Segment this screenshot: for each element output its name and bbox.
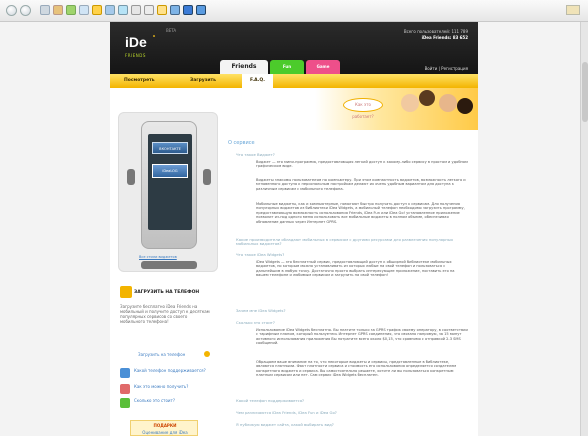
phone-screen: ВКОНТАКТЕ iDeaLOG <box>148 134 192 230</box>
faq-question[interactable]: Зачем мне iDea Widgets? <box>236 308 286 313</box>
stats-friends: iDea Friends: 83 652 <box>421 35 468 40</box>
site-header: BETA iDe a FRIENDS Всего пользователей: 1… <box>110 22 478 74</box>
forward-button[interactable] <box>20 5 31 16</box>
person-image <box>401 94 419 112</box>
quick-link-label: Сколько это стоит? <box>134 398 175 403</box>
faq-answer: iDea Widgets — это бесплатный сервис, пр… <box>256 260 455 278</box>
how-it-works-bubble[interactable]: Как это работает? <box>343 98 383 119</box>
phone-controls[interactable] <box>141 261 197 269</box>
widget-label: ВКОНТАКТЕ <box>159 147 181 151</box>
favorites-icon[interactable] <box>92 5 102 15</box>
edit-icon[interactable] <box>157 5 167 15</box>
bluetooth-icon[interactable] <box>183 5 193 15</box>
gifts-title: ПОДАРКИ <box>153 423 177 428</box>
tab-fun[interactable]: Fun <box>270 60 304 74</box>
quick-link-label: Как это можно получить? <box>134 384 189 389</box>
discuss-icon[interactable] <box>170 5 180 15</box>
print-icon[interactable] <box>144 5 154 15</box>
logo-accent: a <box>153 34 155 38</box>
gifts-subtitle: Оценивание для iDea <box>142 430 188 435</box>
left-margin <box>0 22 110 436</box>
page-menu-icon[interactable] <box>566 5 580 15</box>
phone-preview: ВКОНТАКТЕ iDeaLOG Все cтили виджетов <box>118 112 218 272</box>
tab-friends[interactable]: Friends <box>220 60 268 74</box>
faq-question[interactable]: Какой телефон поддерживается? <box>236 398 304 403</box>
website: BETA iDe a FRIENDS Всего пользователей: 1… <box>110 22 478 436</box>
person-image <box>457 98 473 114</box>
faq-answer: Обращаем ваше внимание на то, что некото… <box>256 360 457 378</box>
history-icon[interactable] <box>118 5 128 15</box>
mail-icon[interactable] <box>131 5 141 15</box>
widget-label: iDeaLOG <box>162 169 178 173</box>
info-icon <box>120 384 130 394</box>
phone-icon <box>120 286 132 298</box>
price-icon <box>120 398 130 408</box>
widget-vkontakte[interactable]: ВКОНТАКТЕ <box>152 142 188 154</box>
media-icon[interactable] <box>105 5 115 15</box>
next-arrow-icon[interactable] <box>203 169 211 185</box>
quick-link-label: Какой телефон поддерживается? <box>134 368 206 373</box>
download-link[interactable]: Загрузить на телефон <box>138 352 185 357</box>
faq-question[interactable]: Я публикую виджет сайта, какой выбирать … <box>236 422 334 427</box>
sub-navigation: Посмотреть Загрузить F.A.Q. <box>110 74 478 88</box>
faq-question[interactable]: Чем различаются iDea Friends, iDea Fun и… <box>236 410 337 415</box>
back-button[interactable] <box>6 5 17 16</box>
widget-idealog[interactable]: iDeaLOG <box>152 164 188 178</box>
faq-answer: Виджеты знакомы пользователям по компьют… <box>256 178 466 191</box>
faq-question[interactable]: Что такое iDea Widgets? <box>236 252 284 257</box>
home-icon[interactable] <box>66 5 76 15</box>
right-margin <box>478 22 588 436</box>
all-widget-styles-link[interactable]: Все cтили виджетов <box>139 255 177 259</box>
faq-answer: Использование iDea Widgets бесплатно. Вы… <box>256 328 468 346</box>
person-image <box>419 90 435 106</box>
faq-answer: Мобильные виджеты, как и компьютерные, п… <box>256 202 465 224</box>
help-icon <box>120 368 130 378</box>
messenger-icon[interactable] <box>196 5 206 15</box>
stop-icon[interactable] <box>40 5 50 15</box>
login-register-link[interactable]: Войти | Регистрация <box>425 66 468 71</box>
scrollbar-thumb[interactable] <box>582 62 588 122</box>
subnav-download[interactable]: Загрузить <box>190 74 216 88</box>
user-stats: Всего пользователей: 111 789 iDea Friend… <box>404 29 468 41</box>
subnav-view[interactable]: Посмотреть <box>124 74 155 88</box>
subnav-faq[interactable]: F.A.Q. <box>242 74 273 88</box>
logo-subtitle: FRIENDS <box>125 53 146 58</box>
download-description: Загрузите бесплатно iDea Friends на моби… <box>120 304 210 324</box>
quick-link-item[interactable]: Как это можно получить? <box>120 384 212 396</box>
gifts-promo[interactable]: ПОДАРКИ Оценивание для iDea <box>130 420 198 436</box>
person-image <box>439 94 457 112</box>
faq-question[interactable]: Сколько это стоит? <box>236 320 275 325</box>
logo[interactable]: iDe a <box>125 34 155 50</box>
quick-link-item[interactable]: Какой телефон поддерживается? <box>120 368 212 380</box>
search-icon[interactable] <box>79 5 89 15</box>
faq-section-title: О сервисе <box>228 140 255 146</box>
faq-question[interactable]: Что такое Виджет? <box>236 152 275 157</box>
prev-arrow-icon[interactable] <box>127 169 135 185</box>
download-title: ЗАГРУЗИТЬ НА ТЕЛЕФОН <box>134 290 200 295</box>
arrow-icon <box>204 351 210 357</box>
promo-banner: Как это работает? <box>315 88 478 130</box>
vertical-scrollbar[interactable] <box>580 22 588 436</box>
quick-link-item[interactable]: Сколько это стоит? <box>120 398 212 410</box>
faq-answer: Виджет — это мини-программа, предоставля… <box>256 160 468 169</box>
phone-image: ВКОНТАКТЕ iDeaLOG <box>141 121 197 249</box>
beta-label: BETA <box>166 28 177 33</box>
faq-question[interactable]: Какие производители обладают мобильных в… <box>236 237 466 247</box>
tab-game[interactable]: Game <box>306 60 340 74</box>
refresh-icon[interactable] <box>53 5 63 15</box>
logo-text: iDe <box>125 34 147 50</box>
browser-toolbar <box>0 0 588 22</box>
